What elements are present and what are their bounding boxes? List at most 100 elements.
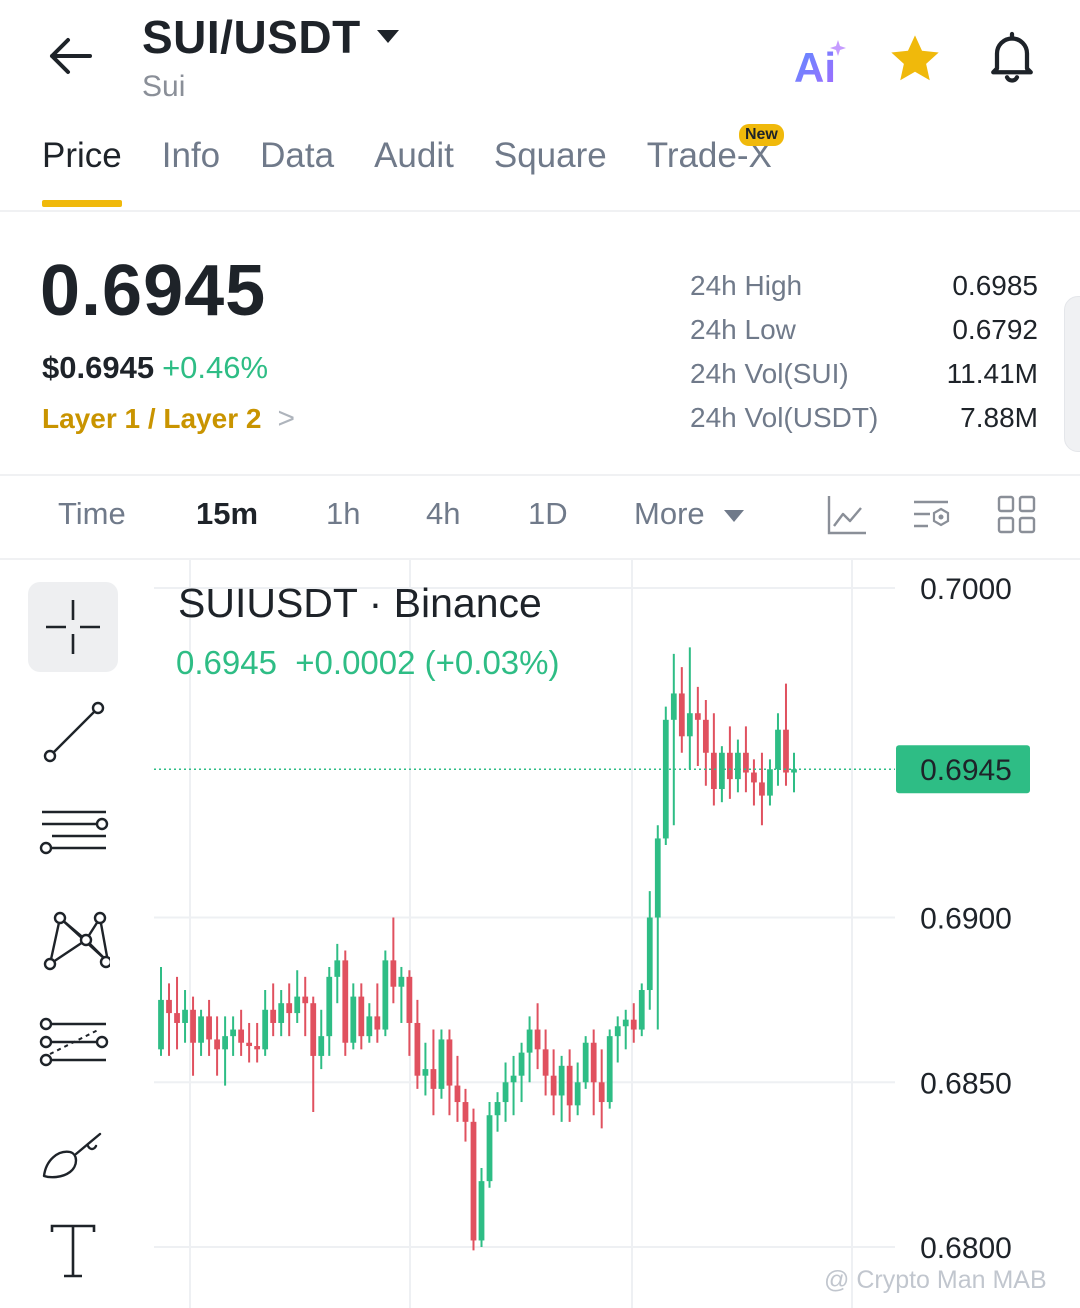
y-tick-label: 0.6800 (920, 1232, 1012, 1265)
usd-price-line: $0.6945 +0.46% (42, 350, 268, 386)
candle (454, 1055, 461, 1122)
stat-row: 24h Low 0.6792 (690, 308, 1038, 352)
candle (702, 700, 709, 786)
candle (558, 1055, 565, 1122)
candle (366, 1003, 373, 1043)
candle (254, 1022, 261, 1063)
caret-down-icon (724, 509, 745, 522)
candle (374, 983, 381, 1043)
candle (246, 1022, 253, 1063)
candle (230, 1016, 237, 1056)
candle (390, 917, 397, 1004)
candle (622, 1009, 629, 1050)
candle (158, 966, 164, 1056)
pattern-icon (43, 911, 110, 971)
candle (286, 983, 293, 1037)
side-drawer-handle[interactable] (1064, 296, 1080, 452)
pair-subtitle: Sui (142, 70, 186, 103)
tab-info[interactable]: Info (162, 136, 220, 176)
candle (767, 759, 773, 806)
alert-button[interactable] (982, 26, 1042, 86)
candle (694, 686, 701, 766)
horizontal-lines-tool[interactable] (28, 792, 118, 882)
back-button[interactable] (40, 28, 100, 84)
y-tick-label: 0.7000 (920, 573, 1012, 606)
fibonacci-icon (39, 1017, 109, 1067)
brush-tool[interactable] (28, 1106, 118, 1196)
candle (751, 759, 757, 806)
pattern-tool[interactable] (28, 896, 118, 986)
candle (326, 966, 333, 1056)
candle (190, 996, 196, 1076)
text-tool[interactable] (28, 1206, 118, 1296)
candle (422, 1042, 429, 1096)
candle (542, 1029, 549, 1096)
candle (174, 976, 180, 1050)
candle (574, 1062, 581, 1116)
tab-label: Price (42, 136, 122, 175)
interval-more[interactable]: More (634, 496, 745, 532)
fibonacci-tool[interactable] (28, 1002, 118, 1092)
stat-label: 24h High (690, 270, 803, 301)
ai-button[interactable]: Ai (792, 38, 850, 91)
candle (350, 983, 357, 1050)
y-tick-label: 0.6850 (920, 1067, 1012, 1100)
category-tag-link[interactable]: Layer 1 / Layer 2 > (42, 402, 295, 436)
divider (0, 474, 1080, 476)
quote-change: +0.0002 (295, 644, 416, 681)
candle (310, 996, 317, 1112)
candle (414, 999, 421, 1089)
stat-value: 11.41M (946, 358, 1038, 389)
change-percent: +0.46% (162, 350, 269, 385)
new-badge: New (738, 124, 784, 146)
chart-quote: 0.6945 +0.0002 (+0.03%) (176, 644, 560, 682)
candle (278, 990, 285, 1037)
tab-trade-x[interactable]: Trade-X New (647, 124, 784, 176)
interval-15m[interactable]: 15m (196, 496, 258, 532)
tab-audit[interactable]: Audit (374, 136, 454, 176)
trend-line-icon (43, 701, 105, 763)
tab-price[interactable]: Price (42, 136, 122, 207)
stat-value: 0.6792 (952, 314, 1038, 345)
layout-button[interactable] (996, 494, 1038, 541)
tab-label: Info (161, 136, 221, 175)
tab-square[interactable]: Square (494, 136, 607, 176)
stat-label: 24h Vol(SUI) (690, 358, 849, 389)
interval-1d[interactable]: 1D (528, 496, 568, 532)
pair-selector[interactable]: SUI/USDT (142, 10, 401, 64)
favorite-button[interactable] (886, 30, 944, 88)
candle (743, 726, 749, 793)
crosshair-tool[interactable] (28, 582, 118, 672)
candle (494, 1092, 501, 1132)
candle (502, 1062, 509, 1122)
indicator-button[interactable] (826, 494, 868, 541)
trend-line-tool[interactable] (28, 688, 118, 778)
interval-1h[interactable]: 1h (326, 496, 360, 532)
caret-down-icon (376, 30, 399, 43)
ai-label: Ai (794, 44, 836, 88)
tab-data[interactable]: Data (260, 136, 334, 176)
stats-panel: 24h High 0.6985 24h Low 0.6792 24h Vol(SUI… (690, 264, 1038, 440)
text-icon (50, 1224, 96, 1278)
candle (478, 1167, 485, 1248)
candle (686, 647, 693, 770)
candle (646, 891, 653, 1010)
candle (783, 683, 789, 786)
chart-settings-button[interactable] (910, 494, 954, 541)
candle (430, 1029, 437, 1116)
stat-value: 0.6985 (952, 270, 1038, 301)
candle (358, 983, 365, 1050)
interval-4h[interactable]: 4h (426, 496, 460, 532)
candle (526, 1016, 533, 1083)
candle (638, 983, 645, 1037)
candle (727, 726, 733, 799)
candle (718, 746, 725, 803)
candle (334, 943, 341, 1004)
stat-label: 24h Low (690, 314, 796, 345)
settings-list-icon (914, 500, 950, 528)
interval-time[interactable]: Time (58, 496, 126, 532)
category-tag: Layer 1 / Layer 2 (42, 403, 262, 434)
candle (438, 1029, 445, 1099)
quote-price: 0.6945 (176, 644, 277, 681)
bell-icon (991, 31, 1033, 83)
